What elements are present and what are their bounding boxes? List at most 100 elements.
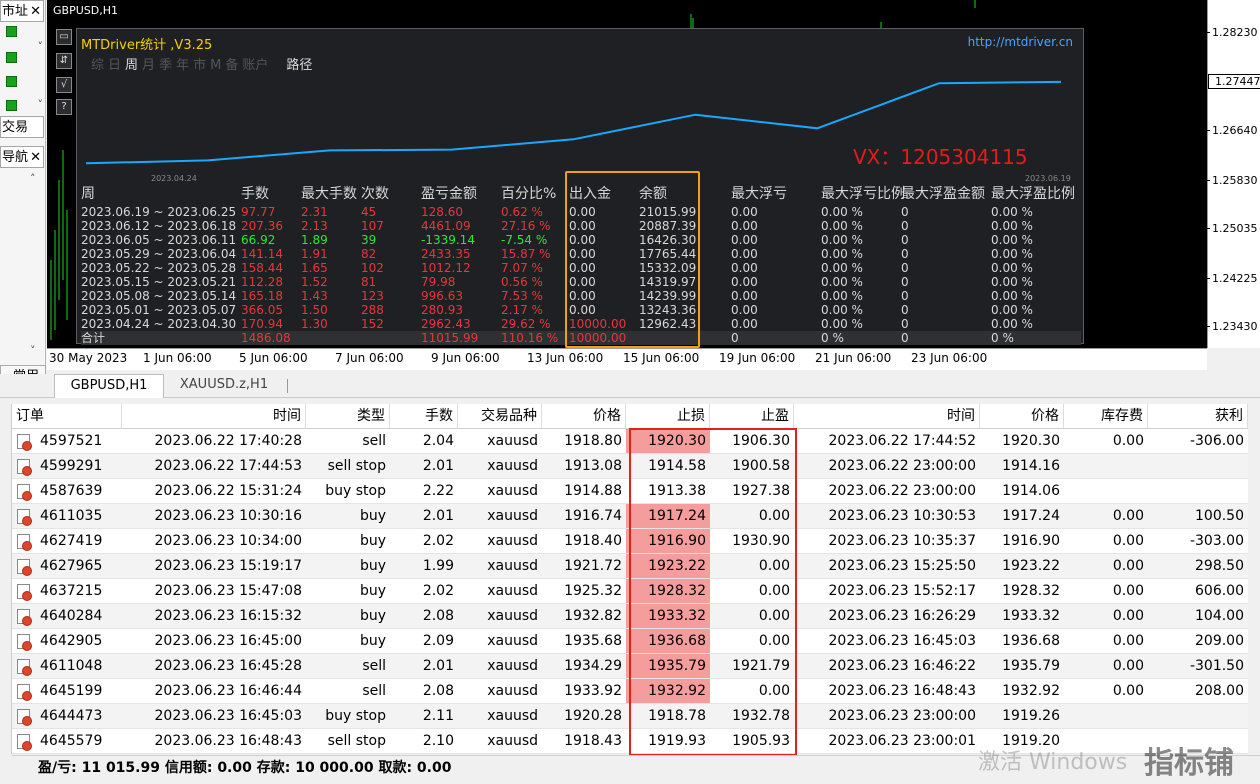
price-axis: 1.28230 1.26640 1.25830 1.25035 1.24225 1.234…: [1206, 0, 1260, 348]
column-header[interactable]: 手数: [390, 404, 458, 429]
stats-cell: 0: [901, 205, 909, 219]
table-cell: sell stop: [327, 458, 386, 474]
panel-toggle-button[interactable]: ▭: [56, 29, 72, 45]
stats-cell: 0.00 %: [821, 219, 863, 233]
stats-cell: 128.60: [421, 205, 463, 219]
stats-header-cell: 百分比%: [501, 186, 557, 202]
column-header[interactable]: 类型: [306, 404, 390, 429]
stats-cell: 0.00 %: [821, 303, 863, 317]
column-header[interactable]: 订单: [12, 404, 122, 429]
stats-cell: -1339.14: [421, 233, 475, 247]
stats-cell: 66.92: [241, 233, 276, 247]
period-tab[interactable]: 备: [225, 58, 238, 73]
mtdriver-link[interactable]: http://mtdriver.cn: [968, 35, 1073, 49]
tab-gbpusd[interactable]: GBPUSD,H1: [54, 374, 164, 398]
table-cell: 1932.82: [564, 608, 622, 624]
chevron-down-icon[interactable]: ˅: [38, 40, 44, 53]
stats-cell: 1012.12: [421, 261, 471, 275]
close-icon[interactable]: ✕: [30, 147, 41, 167]
column-header[interactable]: 价格: [980, 404, 1064, 429]
period-tab[interactable]: 周: [125, 58, 138, 73]
order-icon: [17, 709, 32, 726]
table-cell: [1148, 454, 1248, 478]
stats-cell: 280.93: [421, 303, 463, 317]
period-tab[interactable]: 年: [176, 58, 189, 73]
table-cell: 2023.06.23 16:48:43: [828, 683, 977, 699]
table-cell: 1934.29: [564, 658, 622, 674]
market-watch-tab[interactable]: 市址 ✕: [0, 0, 44, 22]
chevron-down-icon[interactable]: ˅: [38, 98, 44, 111]
right-scrollbar[interactable]: [1248, 404, 1260, 754]
navigator-tab[interactable]: 导航 ✕: [0, 146, 44, 168]
column-header[interactable]: 库存费: [1064, 404, 1148, 429]
stats-cell: 0.00: [731, 289, 758, 303]
table-cell: 4627419: [40, 533, 103, 549]
table-cell: 0.00: [1112, 633, 1144, 649]
table-cell: xauusd: [487, 508, 538, 524]
scroll-down-icon[interactable]: ˅: [30, 344, 43, 357]
column-header[interactable]: 价格: [542, 404, 626, 429]
stats-cell: 112.28: [241, 275, 283, 289]
column-header[interactable]: 止盈: [710, 404, 794, 429]
table-cell: 2023.06.23 16:15:32: [154, 608, 303, 624]
period-tab[interactable]: 月: [142, 58, 155, 73]
stats-cell: 207.36: [241, 219, 283, 233]
table-cell: xauusd: [487, 733, 538, 749]
period-tab[interactable]: 季: [159, 58, 172, 73]
stats-cell: 2962.43: [421, 317, 471, 331]
stats-cell: 2023.06.19 ~ 2023.06.25: [81, 205, 237, 219]
scroll-up-icon[interactable]: ˄: [30, 172, 43, 185]
stats-cell: 27.16 %: [501, 219, 551, 233]
order-icon: [17, 534, 32, 551]
table-cell: 2023.06.22 15:31:24: [154, 483, 303, 499]
panel-help-button[interactable]: ?: [56, 99, 72, 115]
stats-cell: 1.52: [301, 275, 328, 289]
trade-tab[interactable]: 交易: [0, 116, 44, 138]
stats-cell: 141.14: [241, 247, 283, 261]
table-cell: 100.50: [1195, 508, 1244, 524]
stats-cell: 1.30: [301, 317, 328, 331]
table-cell: 1920.28: [564, 708, 622, 724]
close-icon[interactable]: ✕: [30, 1, 41, 21]
stats-cell: 0.00 %: [821, 289, 863, 303]
period-tab[interactable]: 账户: [242, 58, 268, 73]
table-cell: xauusd: [487, 483, 538, 499]
stats-cell: 2023.05.08 ~ 2023.05.14: [81, 289, 237, 303]
stats-header-cell: 周: [81, 186, 95, 202]
table-cell: 2.01: [422, 508, 454, 524]
column-header[interactable]: 时间: [794, 404, 980, 429]
column-header[interactable]: 获利: [1148, 404, 1248, 429]
table-cell: 2023.06.22 17:40:28: [154, 433, 303, 449]
table-cell: 0.00: [1112, 608, 1144, 624]
panel-sort-button[interactable]: ⇵: [56, 53, 72, 69]
period-tab[interactable]: 综: [91, 58, 104, 73]
table-cell: 4611048: [40, 658, 103, 674]
price-label: 1.24225: [1206, 272, 1258, 285]
stats-cell: 0.00: [731, 205, 758, 219]
table-cell: 1923.22: [1002, 558, 1060, 574]
stats-cell: 29.62 %: [501, 317, 551, 331]
symbol-icon: [6, 100, 17, 111]
path-button[interactable]: 路径: [286, 58, 312, 73]
column-header[interactable]: 时间: [122, 404, 306, 429]
tab-xauusd[interactable]: XAUUSD.z,H1: [168, 374, 280, 398]
stats-cell: 0.00 %: [991, 233, 1033, 247]
period-tab[interactable]: 市: [193, 58, 206, 73]
column-header[interactable]: 交易品种: [458, 404, 542, 429]
table-cell: 209.00: [1195, 633, 1244, 649]
table-cell: 1935.79: [1002, 658, 1060, 674]
period-tab[interactable]: M: [210, 58, 221, 73]
order-icon: [17, 684, 32, 701]
table-cell: 2.09: [422, 633, 454, 649]
column-header[interactable]: 止损: [626, 404, 710, 429]
stats-cell: 0: [901, 317, 909, 331]
left-scrollbar[interactable]: [0, 404, 12, 754]
panel-check-button[interactable]: √: [56, 77, 72, 93]
stats-cell: 97.77: [241, 205, 276, 219]
table-cell: 2023.06.23 23:00:01: [828, 733, 977, 749]
table-cell: 1936.68: [1002, 633, 1060, 649]
order-icon: [17, 559, 32, 576]
period-tab[interactable]: 日: [108, 58, 121, 73]
stats-cell: 0: [901, 233, 909, 247]
order-icon: [17, 609, 32, 626]
